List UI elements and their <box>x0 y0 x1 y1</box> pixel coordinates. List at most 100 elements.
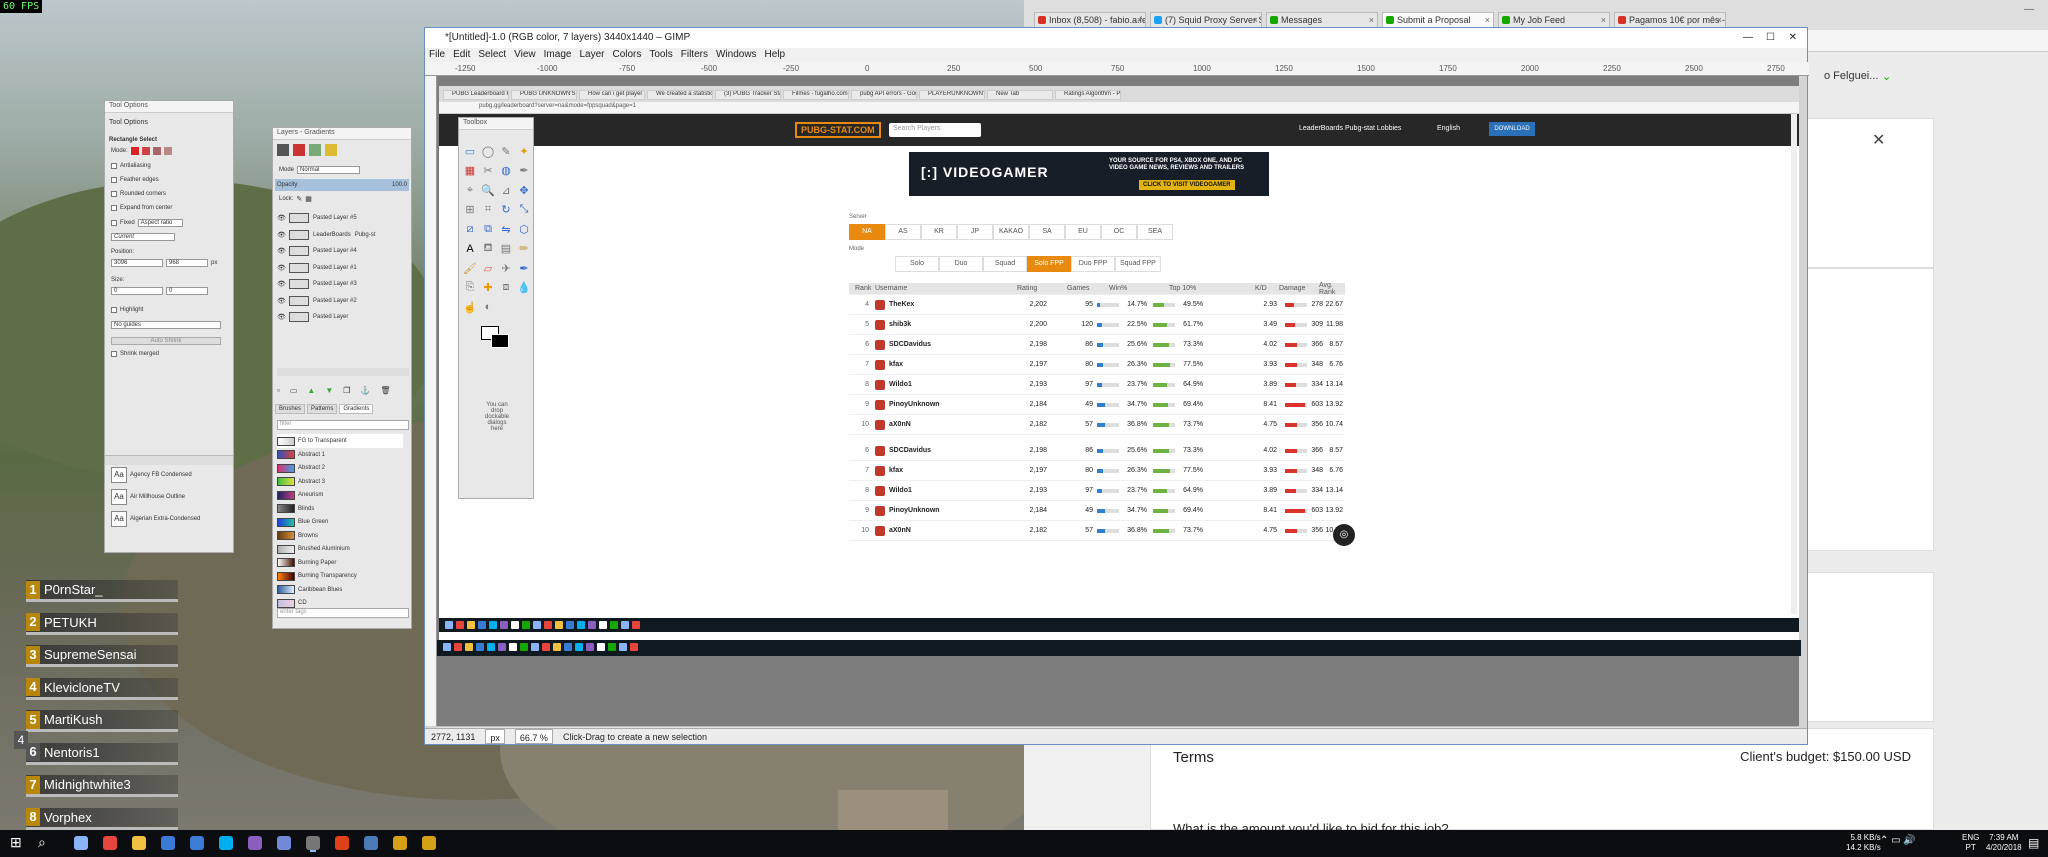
table-row[interactable]: 102,182574.7510.74aX0nN36.8%73.7%356 <box>849 415 1345 435</box>
color-picker-icon[interactable]: ⌖ <box>463 183 477 197</box>
text-icon[interactable]: A <box>463 242 477 256</box>
eraser-icon[interactable]: ▱ <box>481 261 495 275</box>
skype-icon[interactable] <box>219 836 233 850</box>
username[interactable]: TheKex <box>889 301 914 308</box>
auto-shrink-button[interactable]: Auto Shrink <box>111 337 221 345</box>
server-tab-sea[interactable]: SEA <box>1137 224 1173 240</box>
position-unit-select[interactable]: px <box>211 260 217 266</box>
visibility-eye-icon[interactable]: 👁 <box>277 313 286 321</box>
rounded-option[interactable]: Rounded corners <box>111 191 166 197</box>
bucket-fill-icon[interactable]: ⛾ <box>481 242 495 256</box>
username-cell[interactable]: kfax <box>875 465 903 476</box>
omnibox-right[interactable] <box>1984 34 2048 48</box>
gradient-item[interactable]: Abstract 3 <box>277 475 403 489</box>
unit-select[interactable]: px <box>485 729 505 744</box>
mode-intersect-icon[interactable] <box>163 147 172 155</box>
notifications-icon[interactable]: ▤ <box>2028 836 2039 850</box>
language-select[interactable]: English <box>1437 125 1460 132</box>
fixed-checkbox[interactable] <box>111 220 117 226</box>
mode-tab[interactable]: Squad FPP <box>1115 256 1161 272</box>
site-logo[interactable]: PUBG-STAT.COM <box>795 122 881 138</box>
paths-tab-icon[interactable] <box>309 144 321 156</box>
app-icon[interactable] <box>335 836 349 850</box>
table-row[interactable]: 6 2,198 86 4.02 8.57 SDCDavidus 25.6% 73.3% 366 <box>849 441 1345 461</box>
feather-checkbox[interactable] <box>111 177 117 183</box>
highlight-option[interactable]: Highlight <box>111 307 143 313</box>
lock-pixels-icon[interactable]: ✎ <box>296 195 302 203</box>
username-cell[interactable]: SDCDavidus <box>875 339 931 350</box>
table-row[interactable]: 7 2,197 80 3.93 6.76 kfax 26.3% 77.5% 348 <box>849 355 1345 375</box>
new-layer-icon[interactable]: ▫ <box>277 386 280 395</box>
steam-icon[interactable] <box>364 836 378 850</box>
pubg-icon[interactable] <box>393 836 407 850</box>
lock-alpha-icon[interactable]: ▦ <box>305 195 312 203</box>
chevron-down-icon[interactable]: ⌄ <box>1882 70 1891 83</box>
server-tab-kakao[interactable]: KAKAO <box>993 224 1029 240</box>
chrome-tab[interactable]: My Job Feed × <box>1498 12 1610 28</box>
cage-icon[interactable]: ⬡ <box>517 222 531 236</box>
username[interactable]: shib3k <box>889 321 911 328</box>
gradient-item[interactable]: Abstract 2 <box>277 461 403 475</box>
menu-layer[interactable]: Layer <box>579 48 604 62</box>
gradient-item[interactable]: Caribbean Blues <box>277 583 403 597</box>
mode-tab[interactable]: Squad <box>983 256 1027 272</box>
blur-icon[interactable]: 💧 <box>517 281 531 295</box>
shear-icon[interactable]: ⧄ <box>463 222 477 236</box>
layers-scrollbar[interactable] <box>277 368 409 376</box>
username-cell[interactable]: Wildo1 <box>875 379 912 390</box>
server-tab-sa[interactable]: SA <box>1029 224 1065 240</box>
layer-item[interactable]: 👁 Pasted Layer <box>277 309 413 325</box>
font-item[interactable]: Aa Air Millhouse Outline <box>111 489 185 505</box>
username[interactable]: SDCDavidus <box>889 341 931 348</box>
guides-select[interactable]: No guides <box>111 321 221 329</box>
align-icon[interactable]: ⊞ <box>463 203 477 217</box>
server-tab-na[interactable]: NA <box>849 224 885 240</box>
position-x-input[interactable]: 3096 <box>111 259 163 267</box>
menu-tools[interactable]: Tools <box>649 48 672 62</box>
chat-icon[interactable]: ◎ <box>1333 524 1355 546</box>
gradient-item[interactable]: Abstract 1 <box>277 448 403 462</box>
size-h-input[interactable]: 0 <box>166 287 208 295</box>
zoom-select[interactable]: 66.7 % <box>514 729 553 744</box>
layer-item[interactable]: 👁 Pasted Layer #2 <box>277 293 413 309</box>
menu-file[interactable]: File <box>429 48 445 62</box>
paths-icon[interactable]: ✒ <box>517 164 531 178</box>
gradient-item[interactable]: Burning Transparency <box>277 569 403 583</box>
visibility-eye-icon[interactable]: 👁 <box>277 231 286 239</box>
foreground-select-icon[interactable]: ◍ <box>499 164 513 178</box>
username-cell[interactable]: Wildo1 <box>875 485 912 496</box>
rect-select-icon[interactable]: ▭ <box>463 144 477 158</box>
username-cell[interactable]: kfax <box>875 359 903 370</box>
banner-cta[interactable]: CLICK TO VISIT VIDEOGAMER <box>1139 180 1235 190</box>
duplicate-layer-icon[interactable]: ❐ <box>343 386 350 395</box>
player-search-input[interactable]: Search Players <box>889 123 981 137</box>
perspective-icon[interactable]: ⧉ <box>481 222 495 236</box>
mode-replace-icon[interactable] <box>130 147 139 155</box>
position-y-input[interactable]: 968 <box>166 259 208 267</box>
layer-item[interactable]: 👁 Pasted Layer #4 <box>277 243 413 259</box>
layers-tab-icon[interactable] <box>277 144 289 156</box>
mode-tab[interactable]: Duo FPP <box>1071 256 1115 272</box>
server-tab-as[interactable]: AS <box>885 224 921 240</box>
username[interactable]: PinoyUnknown <box>889 401 940 408</box>
chrome-tab[interactable]: Messages × <box>1266 12 1378 28</box>
table-row[interactable]: 102,182574.7510.74aX0nN36.8%73.7%356 <box>849 521 1345 541</box>
username[interactable]: kfax <box>889 361 903 368</box>
antialiasing-checkbox[interactable] <box>111 163 117 169</box>
search-icon[interactable]: ⌕ <box>38 834 58 854</box>
layer-item[interactable]: 👁 Pasted Layer #1 <box>277 260 413 276</box>
column-header[interactable]: Rank <box>855 285 871 292</box>
ink-icon[interactable]: ✒ <box>517 261 531 275</box>
fg-bg-colors[interactable] <box>481 326 513 350</box>
username-cell[interactable]: TheKex <box>875 299 914 310</box>
table-row[interactable]: 5 2,200 120 3.49 11.98 shib3k 22.5% 61.7% 309 <box>849 315 1345 335</box>
free-select-icon[interactable]: ✎ <box>499 144 513 158</box>
smudge-icon[interactable]: ☝ <box>463 300 477 314</box>
measure-icon[interactable]: ⊿ <box>499 183 513 197</box>
column-header[interactable]: Games <box>1067 285 1090 292</box>
table-row[interactable]: 9 2,184 49 8.41 13.92 PinoyUnknown 34.7% 69.4% 6… <box>849 395 1345 415</box>
column-header[interactable]: Rating <box>1017 285 1037 292</box>
chrome-icon[interactable] <box>103 836 117 850</box>
current-input[interactable]: Current <box>111 233 176 241</box>
tags-input[interactable]: enter tags <box>277 608 409 618</box>
